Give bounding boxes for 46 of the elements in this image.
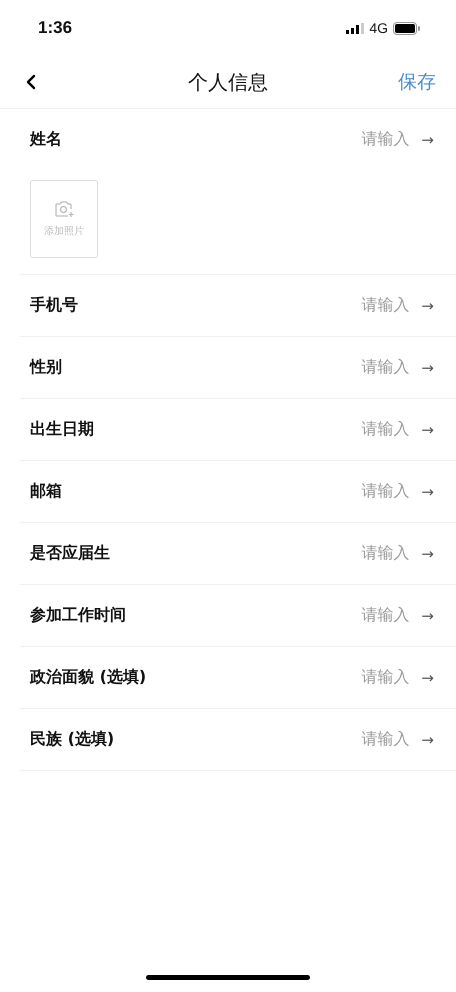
field-placeholder: 请输入 <box>361 543 410 564</box>
field-label: 是否应届生 <box>30 543 111 564</box>
form-row[interactable]: 民族 (选填) 请输入 → <box>20 709 456 771</box>
form-row[interactable]: 性别 请输入 → <box>20 337 456 399</box>
field-label: 民族 (选填) <box>30 729 116 750</box>
field-label: 性别 <box>30 357 63 378</box>
field-label: 出生日期 <box>30 419 95 440</box>
form-row[interactable]: 邮箱 请输入 → <box>20 461 456 523</box>
back-icon <box>26 74 36 90</box>
field-label: 姓名 <box>30 129 63 150</box>
field-placeholder: 请输入 <box>361 295 410 316</box>
form-row[interactable]: 手机号 请输入 → <box>20 275 456 337</box>
network-label: 4G <box>369 20 388 36</box>
status-time: 1:36 <box>38 18 72 38</box>
battery-icon <box>393 22 420 34</box>
arrow-icon: → <box>421 358 434 376</box>
field-label: 政治面貌 (选填) <box>30 667 148 688</box>
field-placeholder: 请输入 <box>361 729 410 750</box>
arrow-icon: → <box>421 668 434 686</box>
field-placeholder: 请输入 <box>361 481 410 502</box>
field-label: 邮箱 <box>30 481 63 502</box>
arrow-icon: → <box>421 296 434 314</box>
form-row[interactable]: 姓名 请输入 → <box>20 109 456 170</box>
form-row[interactable]: 出生日期 请输入 → <box>20 399 456 461</box>
arrow-icon: → <box>421 420 434 438</box>
field-label: 手机号 <box>30 295 79 316</box>
arrow-icon: → <box>421 730 434 748</box>
page-title: 个人信息 <box>188 68 268 96</box>
field-label: 参加工作时间 <box>30 605 127 626</box>
field-placeholder: 请输入 <box>361 357 410 378</box>
form-row[interactable]: 是否应届生 请输入 → <box>20 523 456 585</box>
arrow-icon: → <box>421 130 434 148</box>
save-button[interactable]: 保存 <box>398 69 436 95</box>
back-button[interactable] <box>26 74 36 90</box>
field-placeholder: 请输入 <box>361 605 410 626</box>
photo-label: 添加照片 <box>44 224 84 238</box>
camera-icon <box>54 200 74 218</box>
field-placeholder: 请输入 <box>361 129 410 150</box>
signal-icon <box>346 22 364 34</box>
form-row[interactable]: 参加工作时间 请输入 → <box>20 585 456 647</box>
arrow-icon: → <box>421 606 434 624</box>
arrow-icon: → <box>421 544 434 562</box>
field-placeholder: 请输入 <box>361 667 410 688</box>
arrow-icon: → <box>421 482 434 500</box>
form-row[interactable]: 政治面貌 (选填) 请输入 → <box>20 647 456 709</box>
field-placeholder: 请输入 <box>361 419 410 440</box>
